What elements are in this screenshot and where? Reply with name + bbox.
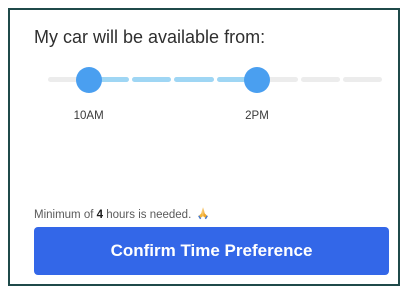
note-suffix: hours is needed. [103, 209, 192, 221]
praying-hands-icon [198, 207, 209, 220]
slider-track-segment [300, 77, 340, 82]
end-time-handle[interactable] [244, 67, 271, 93]
start-time-handle[interactable] [75, 67, 102, 93]
slider-track-segment [174, 77, 214, 82]
note-prefix: Minimum of [34, 209, 97, 221]
availability-title: My car will be available from: [34, 27, 266, 47]
end-time-label: 2PM [245, 110, 269, 122]
time-preference-panel: My car will be available from: 10AM 2PM … [8, 8, 400, 286]
confirm-time-preference-button[interactable]: Confirm Time Preference [34, 227, 389, 275]
time-range-slider[interactable] [48, 65, 382, 93]
start-time-label: 10AM [73, 110, 104, 122]
slider-track-segment [342, 77, 382, 82]
minimum-hours-note: Minimum of 4 hours is needed. [34, 206, 210, 221]
slider-track-segment [132, 77, 172, 82]
